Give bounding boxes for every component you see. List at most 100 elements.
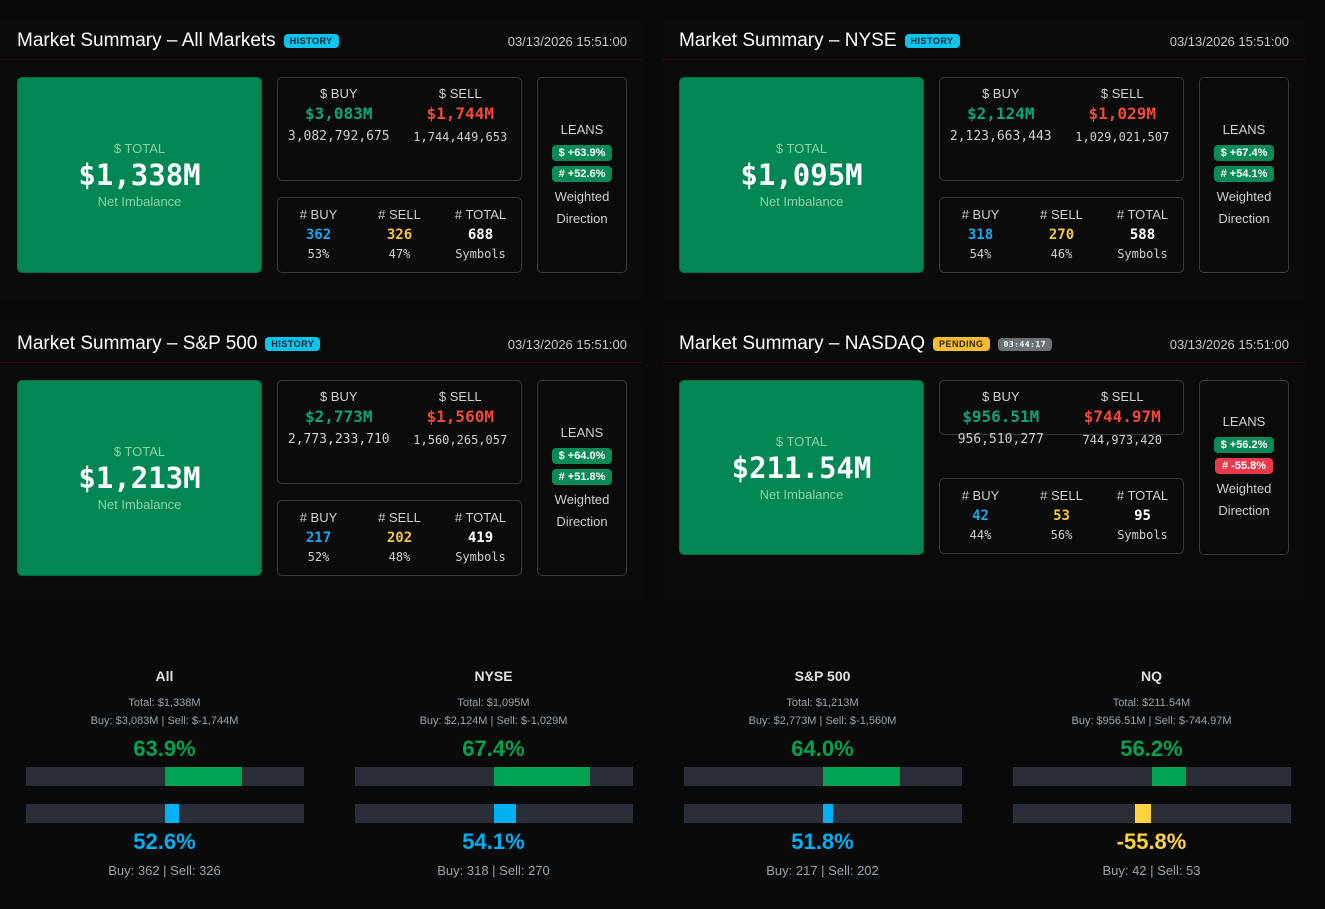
count-total-value: 419 [467,530,494,546]
count-buy-label: # BUY [961,207,1000,222]
count-pct: 52.6% [133,829,196,854]
dollar-pct: 64.0% [791,736,854,761]
buy-value: $956.51M [962,407,1040,426]
history-badge[interactable]: HISTORY [283,34,339,48]
dollar-bar-fill [164,767,242,786]
count-total-value: 588 [1129,227,1156,243]
count-sell-value: 53 [1053,508,1070,524]
panel-title: Market Summary – All Markets [17,30,276,51]
count-sell-pct: 48% [388,550,411,564]
count-buy-pct: 54% [969,247,992,261]
foot-sell: Sell: 326 [170,863,221,878]
history-badge[interactable]: HISTORY [904,34,960,48]
leans-card: LEANS $ +56.2% # -55.8% Weighted Directi… [1199,380,1289,555]
summary-sell: Sell: $-1,560M [825,715,897,727]
symbols-label: Symbols [1117,247,1168,261]
count-total-value: 95 [1134,508,1151,524]
count-sell-label: # SELL [378,207,421,222]
total-imbalance-card: $ TOTAL $1,338M Net Imbalance [17,77,262,273]
dollar-bar-fill [1151,767,1186,786]
foot-sell: Sell: 53 [1157,863,1201,878]
panel-title: Market Summary – S&P 500 [17,333,258,354]
sell-value: $744.97M [1083,407,1161,426]
summary-sell: Sell: $-1,744M [167,715,239,727]
count-buy-label: # BUY [961,488,1000,503]
buy-label: $ BUY [319,389,358,404]
summary-column: NQ Total: $211.54M Buy: $956.51M | Sell:… [987,668,1316,878]
sell-raw: 744,973,420 [1082,433,1162,447]
total-label: $ TOTAL [113,444,166,459]
panel-header: Market Summary – NYSE HISTORY 03/13/2026… [662,20,1305,60]
count-buy-label: # BUY [299,207,338,222]
direction-label: Direction [556,513,608,529]
history-badge[interactable]: HISTORY [265,337,321,351]
dollar-lean-pill: $ +63.9% [551,144,613,161]
total-imbalance-card: $ TOTAL $1,213M Net Imbalance [17,380,262,576]
buy-value: $2,773M [305,407,373,426]
sell-label: $ SELL [1100,389,1144,404]
total-label: $ TOTAL [113,141,166,156]
count-buy-pct: 52% [307,550,330,564]
buy-raw: 3,082,792,675 [287,129,390,144]
symbols-label: Symbols [455,550,506,564]
count-buy-pct: 53% [307,247,330,261]
weighted-label: Weighted [554,491,610,507]
summary-column: All Total: $1,338M Buy: $3,083M | Sell: … [0,668,329,878]
buy-value: $2,124M [967,104,1035,123]
weighted-label: Weighted [1216,188,1272,204]
sell-raw: 1,744,449,653 [413,130,508,144]
summary-column: S&P 500 Total: $1,213M Buy: $2,773M | Se… [658,668,987,878]
direction-label: Direction [1218,503,1270,518]
summary-total: Total: $1,338M [128,697,201,709]
count-buy-pct: 44% [969,528,992,542]
foot-buy: Buy: 217 [766,863,818,878]
summary-total: Total: $1,095M [457,697,530,709]
summary-buy: Buy: $2,773M [748,715,817,727]
total-label: $ TOTAL [775,433,828,449]
count-bar [1012,804,1291,823]
sell-value: $1,560M [426,407,494,426]
count-lean-pill: # -55.8% [1214,458,1274,474]
dollar-lean-pill: $ +56.2% [1213,437,1275,453]
count-sell-value: 202 [386,530,413,546]
summary-total: Total: $211.54M [1112,697,1191,709]
timestamp: 03/13/2026 15:51:00 [1169,337,1289,352]
sell-raw: 1,029,021,507 [1075,130,1170,144]
total-value: $1,213M [78,461,201,495]
foot-sell: Sell: 270 [499,863,550,878]
summary-buy: Buy: $956.51M [1071,715,1146,727]
dollar-pct: 56.2% [1120,736,1183,761]
count-sell-pct: 47% [388,247,411,261]
net-imbalance-label: Net Imbalance [759,486,844,502]
buy-label: $ BUY [319,86,358,101]
foot-buy: Buy: 318 [437,863,489,878]
count-sell-pct: 56% [1050,528,1073,542]
dollar-bar [354,767,633,786]
summary-name: S&P 500 [794,668,851,684]
sell-raw: 1,560,265,057 [413,433,508,447]
panel-header: Market Summary – All Markets HISTORY 03/… [0,20,643,60]
total-value: $1,338M [78,158,201,192]
pending-badge[interactable]: PENDING [933,337,990,351]
summary-name: All [155,668,174,684]
countdown-timer: 03:44:17 [997,337,1053,351]
panel-title: Market Summary – NYSE [679,30,897,51]
direction-label: Direction [1218,210,1270,226]
summary-name: NYSE [474,668,513,684]
symbols-label: Symbols [455,247,506,261]
dollar-buy-sell-card: $ BUY $2,773M 2,773,233,710 $ SELL $1,56… [277,380,522,484]
timestamp: 03/13/2026 15:51:00 [1169,34,1289,49]
foot-sell: Sell: 202 [828,863,879,878]
foot-buy: Buy: 42 [1102,863,1147,878]
count-card: # BUY 318 54% # SELL 270 46% # TOTAL 588… [939,197,1184,273]
direction-label: Direction [556,210,608,226]
market-summary-panel: Market Summary – NASDAQ PENDING 03:44:17… [662,323,1305,603]
count-total-label: # TOTAL [1116,488,1169,503]
dollar-buy-sell-card: $ BUY $3,083M 3,082,792,675 $ SELL $1,74… [277,77,522,181]
count-card: # BUY 362 53% # SELL 326 47% # TOTAL 688… [277,197,522,273]
count-total-label: # TOTAL [454,510,507,525]
count-lean-pill: # +52.6% [551,165,613,182]
summary-name: NQ [1141,668,1162,684]
buy-raw: 2,773,233,710 [287,432,390,447]
count-bar [354,804,633,823]
